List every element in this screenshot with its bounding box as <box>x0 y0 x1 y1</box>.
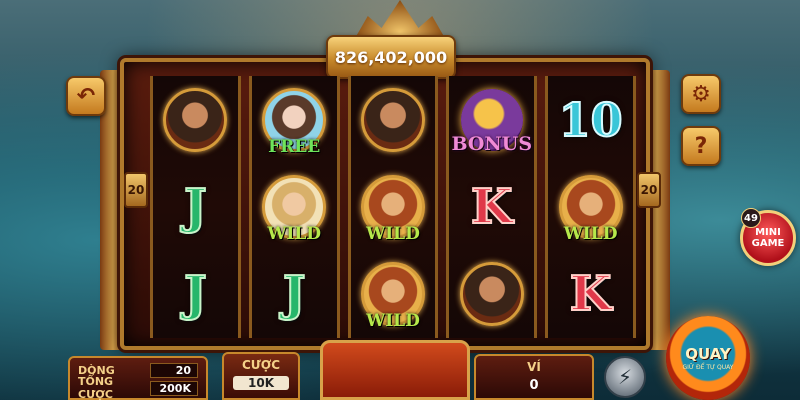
bet-info-panel: DÒNG 20 TỔNG CƯỢC 200K <box>68 356 208 400</box>
jackpot-display: 826,402,000 <box>326 35 456 79</box>
bonus-text: BONUS <box>451 132 533 155</box>
lightning-icon: ⚡ <box>617 365 633 389</box>
reel-3: WILD WILD <box>347 76 439 338</box>
back-button[interactable]: ↶ <box>66 76 106 116</box>
symbol-text: J <box>183 265 208 323</box>
dragon-crown-ornament <box>354 0 446 40</box>
spin-button[interactable]: QUAY GIỮ ĐỂ TỰ QUAY <box>666 316 750 400</box>
wild-symbol: WILD <box>358 255 428 333</box>
letter-j-symbol: J <box>160 168 230 246</box>
mini-game-badge: 49 <box>741 208 761 228</box>
wallet-display: VÍ 0 <box>474 354 594 400</box>
turbo-button[interactable]: ⚡ <box>604 356 646 398</box>
slot-game-screen: 826,402,000 20 20 J J FREE WILD J WILD WILD BON… <box>0 0 800 400</box>
symbol-text: J <box>183 178 208 236</box>
warrior-symbol <box>358 81 428 159</box>
wild-text: WILD <box>267 223 322 244</box>
total-bet-value: 200K <box>150 380 198 396</box>
letter-j-symbol: J <box>259 255 329 333</box>
spin-label: QUAY <box>685 345 731 363</box>
spin-sublabel: GIỮ ĐỂ TỰ QUAY <box>682 364 734 371</box>
warrior-symbol <box>160 81 230 159</box>
symbol-text: J <box>282 265 307 323</box>
wild-symbol: WILD <box>556 168 626 246</box>
ten-symbol: 10 <box>556 81 626 159</box>
bet-selector[interactable]: CƯỢC 10K <box>222 352 300 400</box>
wild-text: WILD <box>366 223 420 244</box>
wild-symbol: WILD <box>358 168 428 246</box>
wild-text: WILD <box>563 223 618 244</box>
total-bet-label: TỔNG CƯỢC <box>78 375 114 400</box>
reel-4: BONUS K <box>446 76 538 338</box>
warrior-symbol <box>457 255 527 333</box>
mini-game-label-2: GAME <box>751 238 785 249</box>
back-arrow-icon: ↶ <box>76 83 96 109</box>
symbol-text: K <box>569 265 613 323</box>
mini-game-label-1: MINI <box>755 227 781 238</box>
wallet-value: 0 <box>529 378 539 393</box>
warrior-portrait-icon <box>459 262 524 327</box>
warrior-portrait-icon <box>163 87 228 152</box>
letter-k-symbol: K <box>556 255 626 333</box>
wild-text: WILD <box>366 311 420 332</box>
total-bet-row: TỔNG CƯỢC 200K <box>78 375 198 400</box>
free-text: FREE <box>268 136 321 157</box>
letter-j-symbol: J <box>160 255 230 333</box>
reel-5: 10 WILD K <box>545 76 636 338</box>
reel-2: FREE WILD J <box>248 76 340 338</box>
bonus-symbol: BONUS <box>451 81 532 159</box>
settings-button[interactable]: ⚙ <box>681 74 721 114</box>
bet-label: CƯỢC <box>241 358 281 372</box>
payline-indicator-left: 20 <box>124 172 148 208</box>
jackpot-value: 826,402,000 <box>334 47 448 67</box>
reel-1: JJ <box>150 76 241 338</box>
warrior-portrait-icon <box>360 87 425 152</box>
reel-grid: J J FREE WILD J WILD WILD BONUS K 10 WILD K <box>150 76 636 338</box>
lines-value[interactable]: 20 <box>150 362 198 378</box>
payline-indicator-right: 20 <box>637 172 661 208</box>
symbol-text: 10 <box>558 92 624 148</box>
symbol-text: K <box>470 178 514 236</box>
free-spin-symbol: FREE <box>259 81 329 159</box>
center-win-plate <box>320 340 470 400</box>
help-button[interactable]: ? <box>681 126 721 166</box>
bet-value: 10K <box>233 376 289 390</box>
wallet-label: VÍ <box>527 360 541 374</box>
gear-icon: ⚙ <box>691 81 711 107</box>
wild-symbol: WILD <box>259 168 329 246</box>
letter-k-symbol: K <box>457 168 527 246</box>
question-icon: ? <box>694 133 708 159</box>
